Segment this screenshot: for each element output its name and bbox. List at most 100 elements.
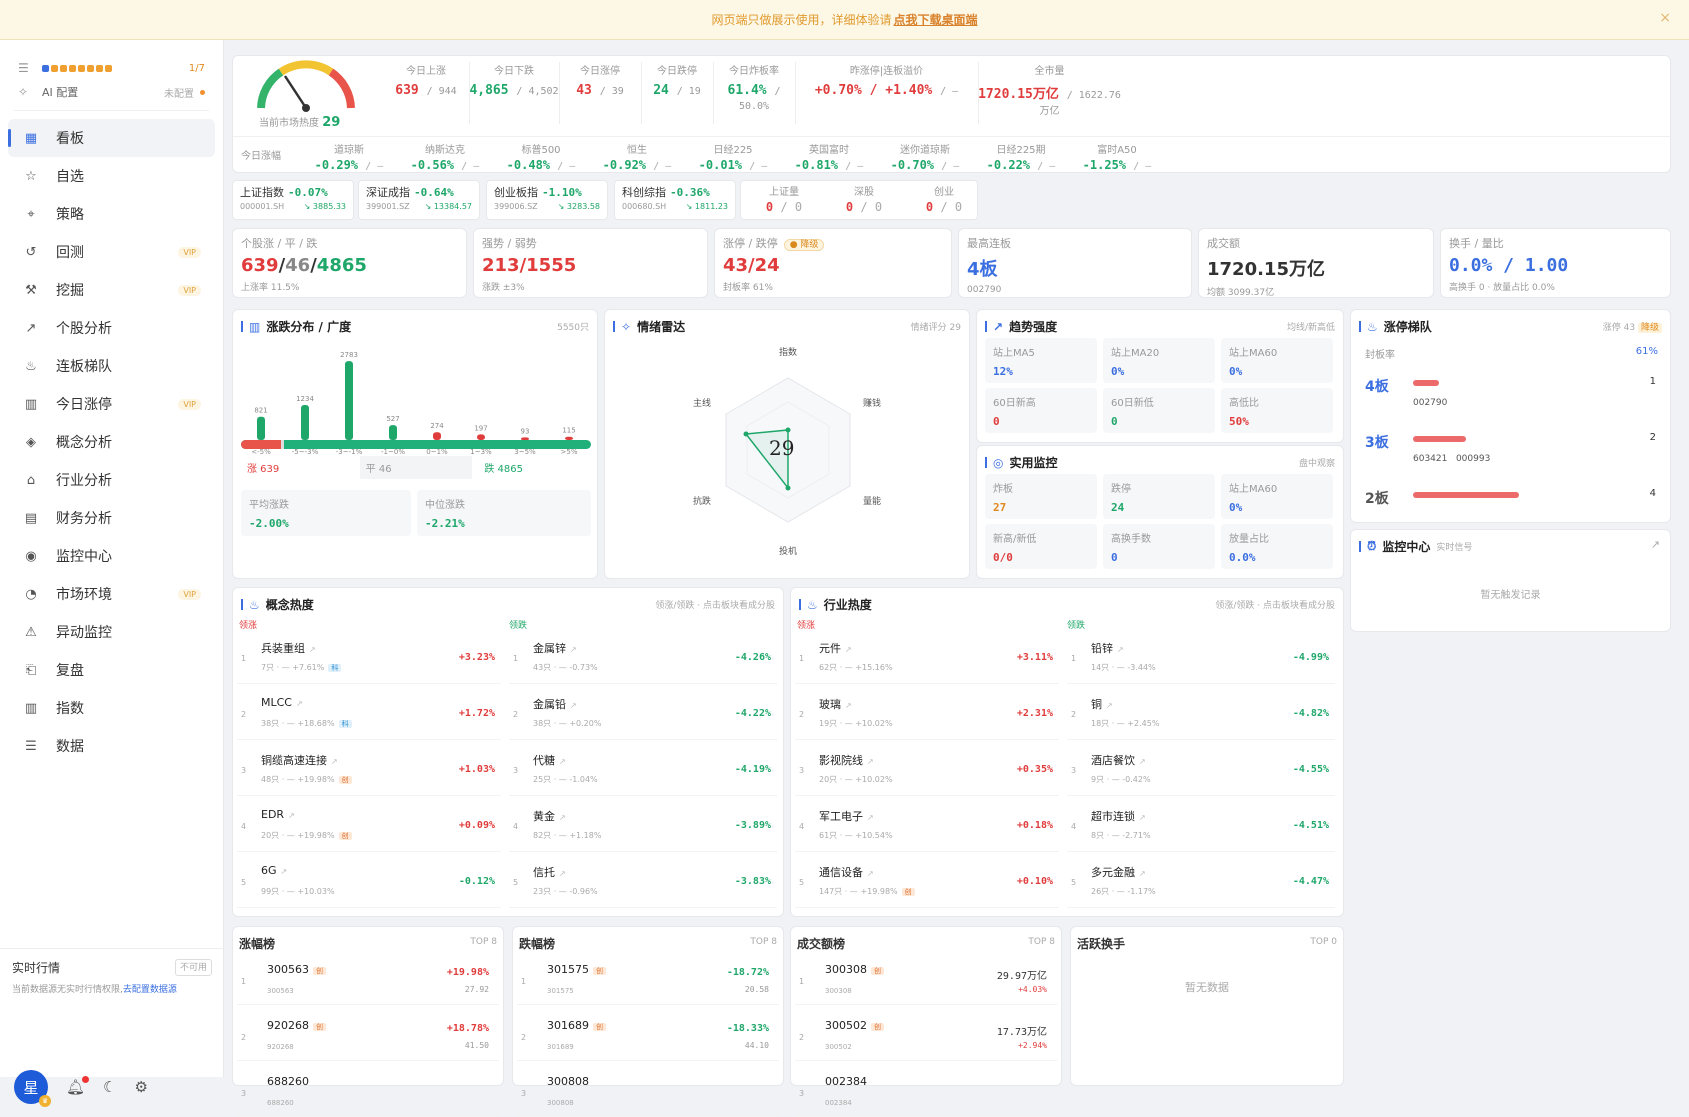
- nav-icon: ▦: [24, 130, 38, 146]
- summary-card-2: 涨停 / 跌停 ● 降级 43/24 封板率 61%: [714, 228, 952, 298]
- config-source-link[interactable]: 去配置数据源: [123, 985, 177, 995]
- board-tag: 创: [871, 967, 884, 975]
- index-quote-3[interactable]: 科创综指 -0.36% 000680.SH ↘ 1811.23: [614, 180, 736, 220]
- sidebar-item-9[interactable]: ⌂ 行业分析: [8, 461, 215, 499]
- sidebar-item-13[interactable]: ⚠ 异动监控: [8, 613, 215, 651]
- bar-category-0: <-5%: [251, 448, 271, 456]
- link-icon: ↗: [570, 701, 577, 710]
- link-icon: ↗: [559, 813, 566, 822]
- summary-card-0: 个股涨 / 平 / 跌 639/46/4865 上涨率 11.5%: [232, 228, 467, 298]
- bar-value-0: 821: [254, 407, 267, 415]
- index-quote-0[interactable]: 上证指数 -0.07% 000001.SH ↘ 3885.33: [232, 180, 354, 220]
- stat-5: 昨涨停|连板溢价 +0.70% / +1.40% / —: [814, 66, 959, 98]
- sidebar-item-6[interactable]: ♨ 连板梯队: [8, 347, 215, 385]
- table-row[interactable]: 1 300308 创 300308 29.97万亿 +4.03%: [795, 955, 1057, 1005]
- link-icon: ↗: [845, 701, 852, 710]
- progress-row[interactable]: ☰ 1/7: [18, 56, 205, 80]
- distribution-panel: ▥ 涨跌分布 / 广度 5550只 821 <-5% 1234 -5~-3% 2783 -3…: [232, 309, 598, 579]
- table-row[interactable]: 3 300808 300808: [517, 1067, 779, 1117]
- sidebar-item-15[interactable]: ▥ 指数: [8, 689, 215, 727]
- bell-icon[interactable]: 🔔︎: [66, 1076, 90, 1096]
- global-index-row: 今日涨幅 道琼斯 -0.29% / — 纳斯达克 -0.56% / — 标普500 -0.…: [233, 136, 1670, 172]
- industry-heat: ♨ 行业热度 领涨/领跌 · 点击板块看成分股 领涨 领跌 1 元件 ↗ 62只 · — +15…: [790, 587, 1344, 917]
- list-item[interactable]: 4 军工电子 ↗ 61只 · — +10.54% +0.18%: [795, 800, 1059, 852]
- sidebar-item-1[interactable]: ☆ 自选: [8, 157, 215, 195]
- expand-icon[interactable]: ↗: [1651, 538, 1660, 551]
- concept-title: ♨ 概念热度: [241, 596, 314, 613]
- list-item[interactable]: 1 金属锌 ↗ 43只 · — -0.73% -4.26%: [509, 632, 777, 684]
- nav-label: 今日涨停: [56, 397, 112, 413]
- index-quote-2[interactable]: 创业板指 -1.10% 399006.SZ ↘ 3283.58: [486, 180, 608, 220]
- list-item[interactable]: 1 铅锌 ↗ 14只 · — -3.44% -4.99%: [1067, 632, 1335, 684]
- list-item[interactable]: 2 MLCC ↗ 38只 · — +18.68% 科 +1.72%: [237, 688, 501, 740]
- list-item[interactable]: 3 影视院线 ↗ 20只 · — +10.02% +0.35%: [795, 744, 1059, 796]
- board-tag: 创: [593, 1023, 606, 1031]
- industry-title: ♨ 行业热度: [799, 596, 872, 613]
- summary-card-1: 强势 / 弱势 213/1555 涨跌 ±3%: [473, 228, 708, 298]
- sidebar-item-5[interactable]: ↗ 个股分析: [8, 309, 215, 347]
- sidebar-item-4[interactable]: ⚒ 挖掘 VIP: [8, 271, 215, 309]
- download-link[interactable]: 点我下载桌面端: [894, 11, 978, 28]
- global-index-5: 英国富时 -0.81% / —: [794, 145, 864, 172]
- list-item[interactable]: 3 代糖 ↗ 25只 · — -1.04% -4.19%: [509, 744, 777, 796]
- bar-chart-icon: ▥: [249, 319, 261, 334]
- list-item[interactable]: 5 6G ↗ 99只 · — +10.03% -0.12%: [237, 856, 501, 908]
- list-item[interactable]: 4 超市连锁 ↗ 8只 · — -2.71% -4.51%: [1067, 800, 1335, 852]
- gear-icon[interactable]: ⚙: [135, 1078, 148, 1096]
- sidebar-item-7[interactable]: ▥ 今日涨停 VIP: [8, 385, 215, 423]
- list-item[interactable]: 2 金属铅 ↗ 38只 · — +0.20% -4.22%: [509, 688, 777, 740]
- sidebar-item-10[interactable]: ▤ 财务分析: [8, 499, 215, 537]
- breadth-flat: [281, 440, 285, 449]
- moon-icon[interactable]: ☾: [103, 1078, 116, 1096]
- ladder-level[interactable]: 2板: [1365, 488, 1389, 508]
- table-row[interactable]: 1 300563 创 300563 +19.98% 27.92: [237, 955, 499, 1005]
- list-item[interactable]: 1 元件 ↗ 62只 · — +15.16% +3.11%: [795, 632, 1059, 684]
- rank-title: 活跃换手: [1077, 937, 1126, 951]
- ladder-count: 涨停 43: [1602, 323, 1636, 333]
- list-item[interactable]: 2 铜 ↗ 18只 · — +2.45% -4.82%: [1067, 688, 1335, 740]
- list-item[interactable]: 1 兵装重组 ↗ 7只 · — +7.61% 科 +3.23%: [237, 632, 501, 684]
- nav-label: 策略: [56, 207, 84, 223]
- sidebar-item-0[interactable]: ▦ 看板: [8, 119, 215, 157]
- table-row[interactable]: 1 301575 创 301575 -18.72% 20.58: [517, 955, 779, 1005]
- sidebar-item-11[interactable]: ◉ 监控中心: [8, 537, 215, 575]
- list-item[interactable]: 5 多元金融 ↗ 26只 · — -1.17% -4.47%: [1067, 856, 1335, 908]
- bar-category-1: -5~-3%: [292, 448, 319, 456]
- ai-config-row[interactable]: ✧ AI 配置 未配置: [18, 80, 205, 104]
- table-row[interactable]: 2 920268 创 920268 +18.78% 41.50: [237, 1011, 499, 1061]
- table-row[interactable]: 2 301689 创 301689 -18.33% 44.10: [517, 1011, 779, 1061]
- sidebar-item-8[interactable]: ◈ 概念分析: [8, 423, 215, 461]
- index-quote-1[interactable]: 深证成指 -0.64% 399001.SZ ↘ 13384.57: [358, 180, 480, 220]
- sidebar-item-16[interactable]: ☰ 数据: [8, 727, 215, 765]
- table-row[interactable]: 3 688260 688260: [237, 1067, 499, 1117]
- radar-icon: ✧: [621, 319, 632, 334]
- table-row[interactable]: 2 300502 创 300502 17.73万亿 +2.94%: [795, 1011, 1057, 1061]
- stat-3: 今日跌停 24 / 19: [653, 66, 701, 98]
- sidebar-item-12[interactable]: ◔ 市场环境 VIP: [8, 575, 215, 613]
- link-icon: ↗: [559, 869, 566, 878]
- list-item[interactable]: 5 信托 ↗ 23只 · — -0.96% -3.83%: [509, 856, 777, 908]
- list-item[interactable]: 4 EDR ↗ 20只 · — +19.98% 创 +0.09%: [237, 800, 501, 852]
- table-row[interactable]: 3 002384 002384: [795, 1067, 1057, 1117]
- bar-3: [389, 425, 397, 440]
- list-item[interactable]: 3 酒店餐饮 ↗ 9只 · — -0.42% -4.55%: [1067, 744, 1335, 796]
- sidebar-item-2[interactable]: ⌖ 策略: [8, 195, 215, 233]
- avatar[interactable]: 星 ♛: [14, 1070, 51, 1107]
- list-item[interactable]: 5 通信设备 ↗ 147只 · — +19.98% 创 +0.10%: [795, 856, 1059, 908]
- list-item[interactable]: 2 玻璃 ↗ 19只 · — +10.02% +2.31%: [795, 688, 1059, 740]
- ladder-level[interactable]: 4板: [1365, 376, 1389, 396]
- breadth-legend: 涨 639 平 46 跌 4865: [241, 456, 591, 479]
- list-item[interactable]: 4 黄金 ↗ 82只 · — +1.18% -3.89%: [509, 800, 777, 852]
- sidebar-item-14[interactable]: ⎗ 复盘: [8, 651, 215, 689]
- list-item[interactable]: 3 铜缆高速连接 ↗ 48只 · — +19.98% 创 +1.03%: [237, 744, 501, 796]
- ladder-bar: [1413, 436, 1466, 442]
- board-tag: 科: [328, 664, 342, 672]
- trend-cell-5: 高低比 50%: [1221, 388, 1333, 433]
- nav-icon: ↗: [25, 320, 37, 336]
- nav-label: 异动监控: [56, 625, 112, 641]
- realtime-status: 不可用: [174, 959, 212, 976]
- monitor-cell-0: 炸板 27: [985, 474, 1097, 519]
- sidebar-item-3[interactable]: ↺ 回测 VIP: [8, 233, 215, 271]
- close-icon[interactable]: ×: [1659, 10, 1671, 26]
- ladder-level[interactable]: 3板: [1365, 432, 1389, 452]
